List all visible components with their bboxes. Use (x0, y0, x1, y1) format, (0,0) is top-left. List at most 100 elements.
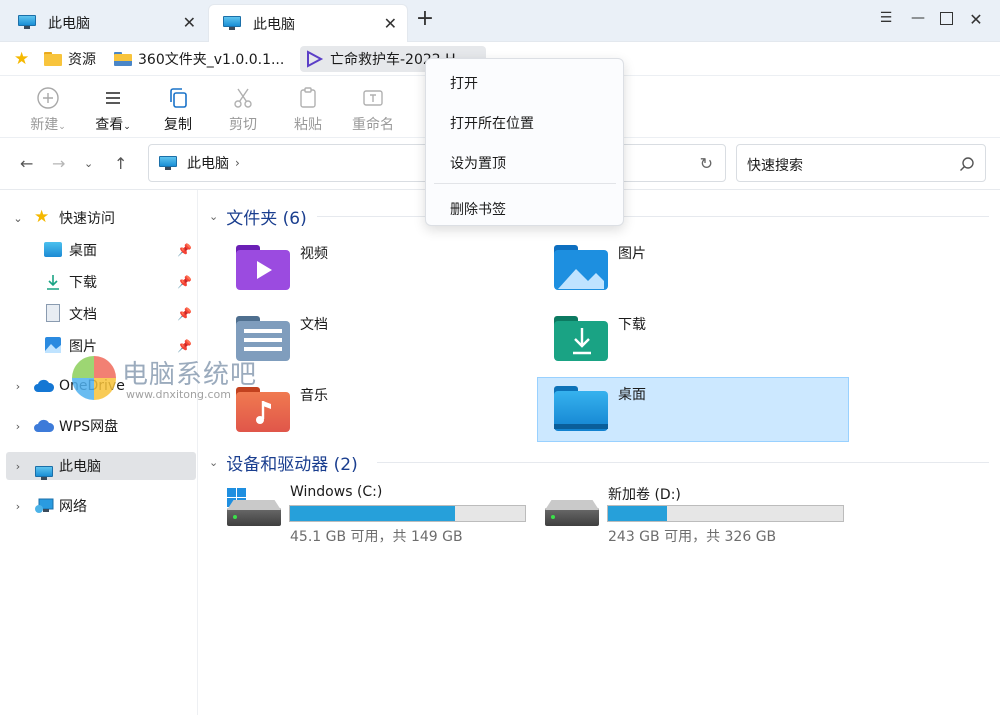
this-pc-icon (223, 15, 243, 32)
sidebar-item-this-pc[interactable]: › 此电脑 (6, 452, 196, 480)
folder-downloads[interactable]: 下载 (537, 307, 849, 371)
chevron-down-icon[interactable]: ⌄ (209, 456, 218, 469)
folder-videos[interactable]: 视频 (219, 236, 531, 300)
bookmark-label: 360文件夹_v1.0.0.1... (138, 52, 285, 68)
menu-item-open[interactable]: 打开 (450, 73, 478, 93)
sidebar-item-quick-access[interactable]: ⌄ ★ 快速访问 (6, 204, 196, 232)
refresh-icon[interactable]: ↻ (700, 154, 713, 173)
tab-this-pc-1[interactable]: 此电脑 ✕ (4, 4, 206, 42)
add-icon (23, 86, 73, 110)
menu-item-open-location[interactable]: 打开所在位置 (450, 113, 534, 133)
search-box[interactable]: 快速搜索 (736, 144, 986, 182)
sidebar-item-onedrive[interactable]: › OneDrive (6, 372, 196, 400)
menu-icon[interactable]: ☰ (878, 10, 894, 28)
pin-icon[interactable]: 📌 (177, 339, 192, 353)
view-button[interactable]: 查看⌄ (88, 86, 138, 134)
folder-label: 文档 (300, 317, 328, 333)
folder-label: 音乐 (300, 388, 328, 404)
folder-label: 视频 (300, 246, 328, 262)
star-icon: ★ (34, 207, 50, 227)
this-pc-icon (18, 15, 38, 31)
drive-icon (545, 488, 601, 528)
back-arrow-icon[interactable]: ← (20, 154, 33, 173)
picture-icon (45, 337, 61, 353)
folder-desktop[interactable]: 桌面 (537, 377, 849, 442)
drive-c[interactable]: Windows (C:) 45.1 GB 可用，共 149 GB (219, 482, 531, 545)
search-input[interactable]: 快速搜索 (747, 155, 803, 175)
breadcrumb-this-pc[interactable]: 此电脑 (187, 153, 229, 173)
sidebar-item-downloads[interactable]: 下载 📌 (6, 268, 196, 296)
folder-icon (44, 52, 62, 66)
up-arrow-icon[interactable]: ↑ (114, 154, 127, 173)
close-tab-icon[interactable]: ✕ (183, 13, 196, 32)
bookmark-label: 资源 (68, 52, 96, 68)
music-folder-icon (236, 387, 290, 433)
sidebar-label: OneDrive (59, 378, 125, 394)
cut-button[interactable]: 剪切 (218, 86, 268, 134)
sidebar-item-documents[interactable]: 文档 📌 (6, 300, 196, 328)
document-icon (46, 304, 60, 322)
this-pc-icon (159, 156, 177, 170)
folders-group-header[interactable]: ⌄ 文件夹 (6) (209, 204, 307, 229)
copy-button[interactable]: 复制 (153, 86, 203, 134)
network-icon (35, 498, 54, 513)
folder-pictures[interactable]: 图片 (537, 236, 849, 300)
sidebar-label: 文档 (69, 307, 97, 323)
navigation-pane: ⌄ ★ 快速访问 桌面 📌 下载 📌 文档 📌 图片 📌 › OneDrive … (0, 190, 198, 715)
maximize-icon[interactable] (940, 12, 953, 25)
chevron-right-icon[interactable]: › (12, 460, 24, 473)
sidebar-item-wps[interactable]: › WPS网盘 (6, 412, 196, 440)
chevron-right-icon[interactable]: › (12, 380, 24, 393)
content-pane: ⌄ 文件夹 (6) 视频 图片 文档 下载 音乐 桌面 ⌄ 设备和驱动器 (2)… (199, 190, 1000, 715)
new-label: 新建 (30, 117, 59, 133)
drive-d[interactable]: 新加卷 (D:) 243 GB 可用，共 326 GB (537, 482, 849, 545)
drive-label: 新加卷 (D:) (608, 487, 681, 503)
menu-item-pin-top[interactable]: 设为置顶 (450, 153, 506, 173)
rename-button[interactable]: 重命名 (347, 86, 399, 134)
chevron-right-icon[interactable]: › (12, 420, 24, 433)
sidebar-label: WPS网盘 (59, 419, 119, 435)
pin-icon[interactable]: 📌 (177, 275, 192, 289)
menu-item-delete-bookmark[interactable]: 删除书签 (450, 199, 506, 219)
picture-folder-icon (554, 245, 608, 291)
bookmark-star-icon[interactable]: ★ (10, 46, 33, 72)
new-tab-icon[interactable]: + (414, 8, 436, 32)
close-window-icon[interactable]: ✕ (968, 10, 984, 29)
tab-this-pc-2[interactable]: 此电脑 ✕ (208, 4, 408, 42)
recent-chevron-icon[interactable]: ⌄ (84, 157, 93, 170)
drive-label: Windows (C:) (290, 484, 383, 500)
sidebar-item-desktop[interactable]: 桌面 📌 (6, 236, 196, 264)
search-icon[interactable] (959, 156, 975, 172)
chevron-down-icon[interactable]: ⌄ (209, 210, 218, 223)
desktop-icon (44, 242, 62, 257)
pin-icon[interactable]: 📌 (177, 243, 192, 257)
folder-label: 下载 (618, 317, 646, 333)
folder-documents[interactable]: 文档 (219, 307, 531, 371)
group-divider (377, 462, 989, 463)
sidebar-item-network[interactable]: › 网络 (6, 492, 196, 520)
menu-divider (434, 183, 616, 184)
video-folder-icon (236, 245, 290, 291)
bookmark-resources[interactable]: 资源 (40, 46, 100, 72)
folder-music[interactable]: 音乐 (219, 378, 531, 442)
paste-icon (283, 86, 333, 110)
paste-button[interactable]: 粘贴 (283, 86, 333, 134)
sidebar-item-pictures[interactable]: 图片 📌 (6, 332, 196, 360)
tab-bar: 此电脑 ✕ 此电脑 ✕ + ☰ — ✕ (0, 0, 1000, 42)
chevron-down-icon[interactable]: ⌄ (12, 212, 24, 225)
drive-usage-fill (290, 506, 455, 521)
paste-label: 粘贴 (294, 117, 322, 133)
bookmark-360-folder[interactable]: 360文件夹_v1.0.0.1... (110, 46, 288, 72)
folder-label: 桌面 (618, 387, 646, 403)
chevron-right-icon[interactable]: › (12, 500, 24, 513)
drive-usage-bar (607, 505, 844, 522)
forward-arrow-icon[interactable]: → (52, 154, 65, 173)
close-tab-icon[interactable]: ✕ (384, 14, 397, 33)
download-icon (47, 275, 59, 290)
new-button[interactable]: 新建⌄ (23, 86, 73, 134)
drives-group-header[interactable]: ⌄ 设备和驱动器 (2) (209, 450, 358, 475)
minimize-icon[interactable]: — (910, 10, 926, 28)
view-label: 查看 (95, 117, 124, 133)
pin-icon[interactable]: 📌 (177, 307, 192, 321)
breadcrumb-chevron-icon[interactable]: › (235, 156, 240, 170)
